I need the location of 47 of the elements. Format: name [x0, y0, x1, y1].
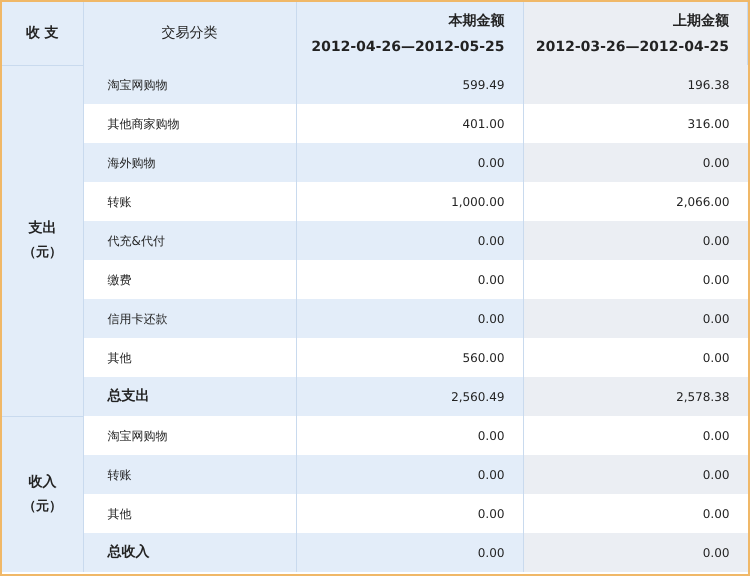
amount-cell: 196.38: [523, 65, 748, 104]
amount-cell: 2,066.00: [523, 182, 748, 221]
category-cell: 总支出: [83, 377, 296, 416]
column-header: 交易分类: [83, 2, 296, 65]
category-cell: 转账: [83, 455, 296, 494]
category-cell: 代充&代付: [83, 221, 296, 260]
amount-cell: 0.00: [523, 494, 748, 533]
amount-cell: 0.00: [523, 221, 748, 260]
amount-cell: 1,000.00: [296, 182, 523, 221]
category-cell: 其他: [83, 338, 296, 377]
amount-cell: 316.00: [523, 104, 748, 143]
amount-cell: 0.00: [296, 533, 523, 572]
column-header: 收 支: [2, 2, 83, 65]
category-cell: 缴费: [83, 260, 296, 299]
column-header: 本期金额 2012-04-26—2012-05-25: [296, 2, 523, 65]
group-label: 收入: [27, 473, 58, 492]
category-cell: 信用卡还款: [83, 299, 296, 338]
category-cell: 海外购物: [83, 143, 296, 182]
category-cell: 其他: [83, 494, 296, 533]
amount-cell: 0.00: [296, 299, 523, 338]
amount-cell: 401.00: [296, 104, 523, 143]
amount-cell: 0.00: [523, 416, 748, 455]
amount-cell: 0.00: [296, 455, 523, 494]
amount-cell: 0.00: [523, 260, 748, 299]
amount-cell: 0.00: [523, 338, 748, 377]
amount-cell: 599.49: [296, 65, 523, 104]
category-cell: 淘宝网购物: [83, 416, 296, 455]
amount-cell: 0.00: [523, 143, 748, 182]
amount-cell: 560.00: [296, 338, 523, 377]
category-cell: 其他商家购物: [83, 104, 296, 143]
amount-cell: 0.00: [296, 416, 523, 455]
unit-label: （元）: [22, 498, 63, 516]
group-label: 支出: [27, 219, 58, 238]
category-cell: 总收入: [83, 533, 296, 572]
amount-cell: 0.00: [296, 143, 523, 182]
column-header: 上期金额 2012-03-26—2012-04-25: [523, 2, 748, 65]
category-cell: 淘宝网购物: [83, 65, 296, 104]
amount-cell: 0.00: [296, 260, 523, 299]
amount-cell: 0.00: [523, 455, 748, 494]
unit-label: （元）: [22, 244, 63, 262]
category-cell: 转账: [83, 182, 296, 221]
amount-cell: 0.00: [523, 533, 748, 572]
amount-cell: 2,578.38: [523, 377, 748, 416]
amount-cell: 0.00: [523, 299, 748, 338]
amount-cell: 2,560.49: [296, 377, 523, 416]
amount-cell: 0.00: [296, 221, 523, 260]
amount-cell: 0.00: [296, 494, 523, 533]
